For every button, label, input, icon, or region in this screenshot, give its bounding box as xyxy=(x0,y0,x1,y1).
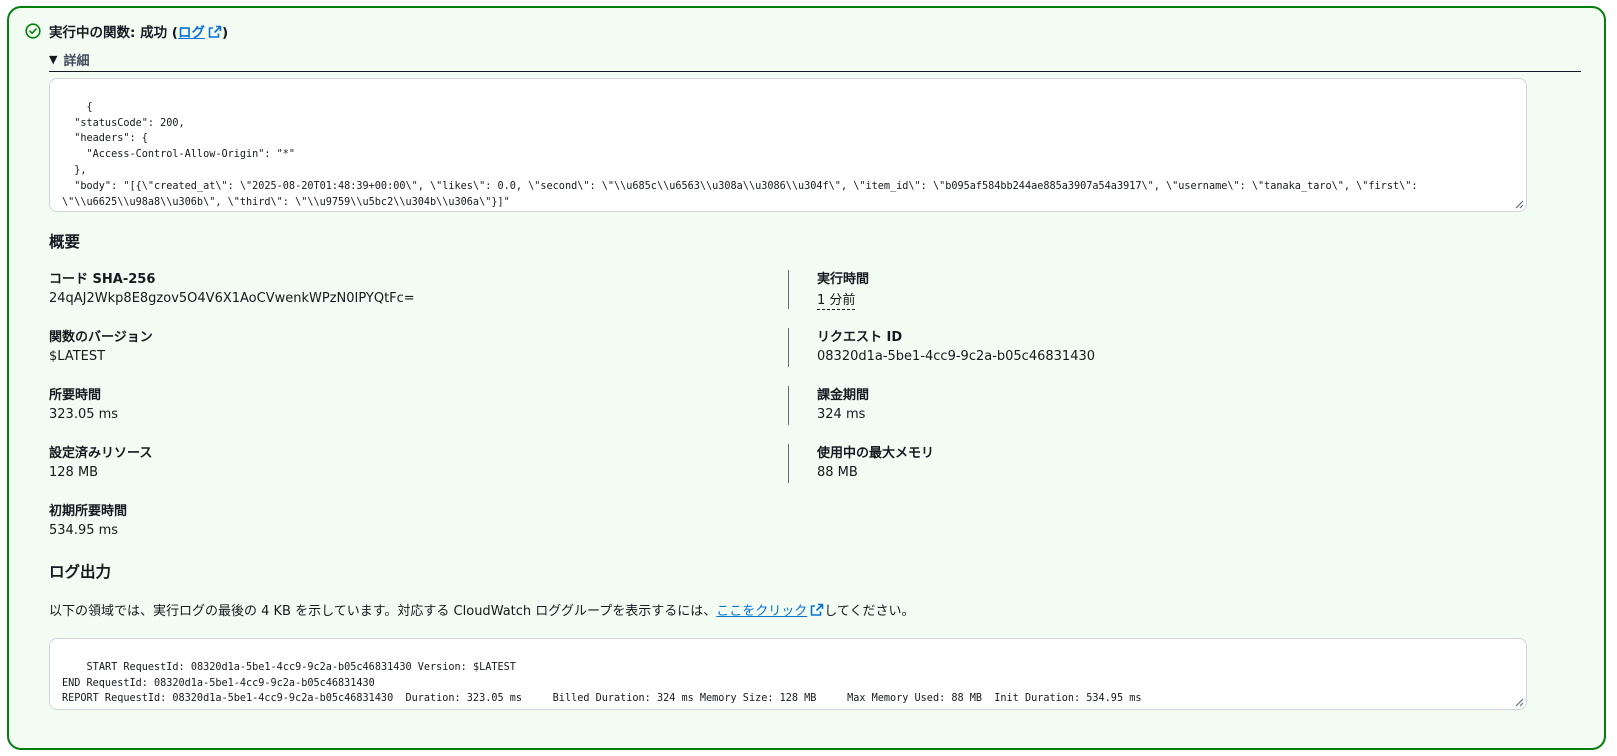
kv-label: 使用中の最大メモリ xyxy=(817,446,935,461)
kv-label: 関数のバージョン xyxy=(49,330,153,345)
kv-value: 128 MB xyxy=(49,465,99,480)
log-output-description: 以下の領域では、実行ログの最後の 4 KB を示しています。対応する Cloud… xyxy=(49,600,915,619)
kv-value: 323.05 ms xyxy=(49,407,119,422)
kv-label: リクエスト ID xyxy=(817,330,903,345)
log-output-box[interactable]: START RequestId: 08320d1a-5be1-4cc9-9c2a… xyxy=(49,638,1527,710)
kv-label: 課金期間 xyxy=(817,388,870,403)
status-suffix: ) xyxy=(221,25,229,41)
summary-item-duration: 所要時間 323.05 ms xyxy=(49,386,118,424)
response-text: { "statusCode": 200, "headers": { "Acces… xyxy=(62,101,1418,208)
description-prefix: 以下の領域では、実行ログの最後の 4 KB を示しています。対応する Cloud… xyxy=(49,604,717,619)
kv-label: 初期所要時間 xyxy=(49,504,128,519)
summary-item-configured-resources: 設定済みリソース 128 MB xyxy=(49,444,152,482)
resize-handle-icon[interactable] xyxy=(1514,199,1524,209)
summary-item-init-duration: 初期所要時間 534.95 ms xyxy=(49,502,127,540)
description-suffix: してください。 xyxy=(824,604,915,619)
cloudwatch-link-label: ここをクリック xyxy=(716,604,808,619)
log-link-label: ログ xyxy=(177,25,205,41)
kv-value: $LATEST xyxy=(49,349,106,364)
kv-label: 実行時間 xyxy=(817,272,870,287)
response-output[interactable]: { "statusCode": 200, "headers": { "Acces… xyxy=(49,78,1527,212)
summary-item-request-id: リクエスト ID 08320d1a-5be1-4cc9-9c2a-b05c468… xyxy=(817,328,1095,366)
status-prefix: 実行中の関数: 成功 ( xyxy=(49,25,178,41)
column-divider xyxy=(788,328,789,367)
caret-down-icon: ▼ xyxy=(49,52,58,66)
log-output-title: ログ出力 xyxy=(49,563,112,581)
column-divider xyxy=(788,386,789,425)
status-message: 実行中の関数: 成功 (ログ) xyxy=(49,21,228,41)
success-check-icon xyxy=(25,23,41,39)
kv-label: 設定済みリソース xyxy=(49,446,153,461)
log-text: START RequestId: 08320d1a-5be1-4cc9-9c2a… xyxy=(62,661,1142,705)
details-toggle[interactable]: ▼ 詳細 xyxy=(49,47,1581,72)
column-divider xyxy=(788,444,789,483)
kv-label: 所要時間 xyxy=(49,388,102,403)
summary-item-execution-time: 実行時間 1 分前 xyxy=(817,270,869,310)
kv-value: 08320d1a-5be1-4cc9-9c2a-b05c46831430 xyxy=(817,349,1096,364)
summary-item-billed-duration: 課金期間 324 ms xyxy=(817,386,869,424)
summary-item-max-memory: 使用中の最大メモリ 88 MB xyxy=(817,444,934,482)
external-link-icon xyxy=(810,603,824,616)
relative-time-value[interactable]: 1 分前 xyxy=(817,292,856,310)
kv-label: コード SHA-256 xyxy=(49,272,156,287)
kv-value: 88 MB xyxy=(817,465,858,480)
execution-result-panel: 実行中の関数: 成功 (ログ) ▼ 詳細 { "statusCode": 200… xyxy=(7,6,1606,750)
summary-title: 概要 xyxy=(49,233,81,251)
summary-item-function-version: 関数のバージョン $LATEST xyxy=(49,328,153,366)
column-divider xyxy=(788,270,789,309)
kv-value: 324 ms xyxy=(817,407,866,422)
execution-status-header: 実行中の関数: 成功 (ログ) xyxy=(25,21,228,41)
resize-handle-icon[interactable] xyxy=(1514,697,1524,707)
kv-value: 534.95 ms xyxy=(49,523,119,538)
log-link[interactable]: ログ xyxy=(178,25,222,41)
kv-value: 24qAJ2Wkp8E8gzov5O4V6X1AoCVwenkWPzN0IPYQ… xyxy=(49,291,415,306)
details-toggle-label: 詳細 xyxy=(63,53,90,69)
summary-item-code-sha: コード SHA-256 24qAJ2Wkp8E8gzov5O4V6X1AoCVw… xyxy=(49,270,415,308)
cloudwatch-link[interactable]: ここをクリック xyxy=(716,603,824,619)
external-link-icon xyxy=(208,25,222,38)
